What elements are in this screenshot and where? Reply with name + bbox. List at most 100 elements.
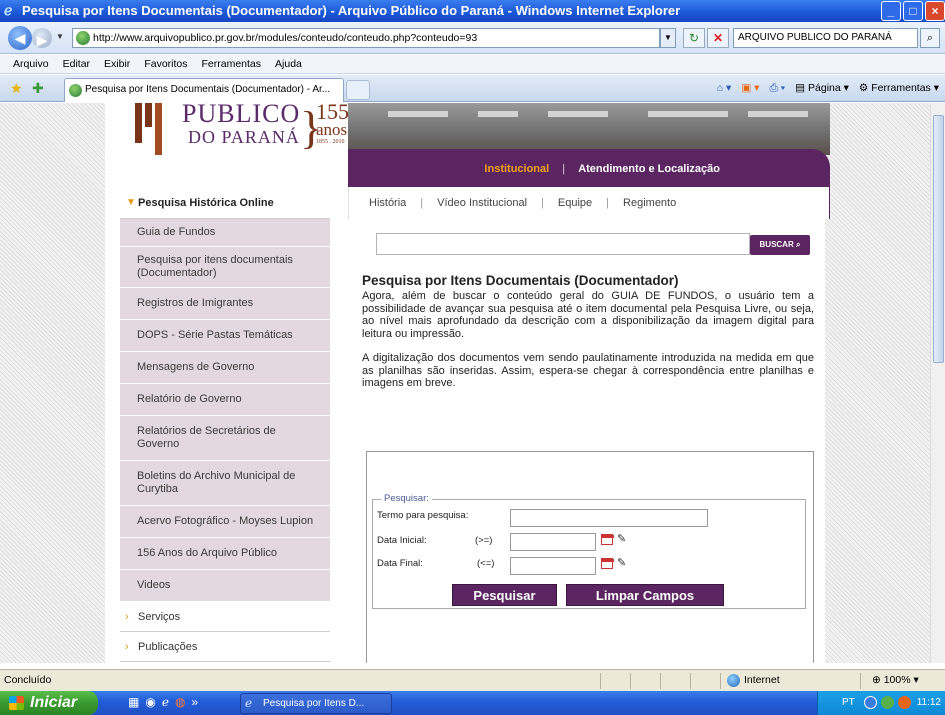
subnav-historia[interactable]: História xyxy=(369,197,406,209)
app-quicklaunch-icon[interactable]: ◍ xyxy=(175,695,185,709)
sidebar-item-guia-de-fundos[interactable]: Guia de Fundos xyxy=(120,219,330,247)
article-paragraph-2: A digitalização dos documentos vem sendo… xyxy=(362,352,814,389)
home-icon[interactable]: ⌂ ▾ xyxy=(717,80,732,96)
history-dropdown-icon[interactable]: ▼ xyxy=(56,32,64,41)
sidebar-item-relatorios-secretarios[interactable]: Relatórios de Secretários de Governo xyxy=(120,416,330,461)
limpar-campos-button[interactable]: Limpar Campos xyxy=(566,584,724,606)
buscar-button[interactable]: BUSCAR ⌕ xyxy=(750,235,810,255)
web-search-button[interactable]: ⌕ xyxy=(920,28,940,48)
taskbar: Iniciar ▦ ◉ ℯ ◍ » ℯ Pesquisa por Itens D… xyxy=(0,691,945,715)
menu-editar[interactable]: Editar xyxy=(56,55,97,73)
sidebar-item-videos[interactable]: Videos xyxy=(120,570,330,602)
ie-task-icon: ℯ xyxy=(245,696,253,710)
window-controls: _ □ × xyxy=(881,1,945,21)
sidebar-item-documentador[interactable]: Pesquisa por itens documentais (Document… xyxy=(120,247,330,288)
chevron-down-icon: ▼ xyxy=(126,197,136,208)
feeds-icon[interactable]: ▣ ▾ xyxy=(741,80,759,96)
menu-exibir[interactable]: Exibir xyxy=(97,55,137,73)
maximize-button[interactable]: □ xyxy=(903,1,923,21)
nav-atendimento[interactable]: Atendimento e Localização xyxy=(578,163,720,175)
site-search: BUSCAR ⌕ xyxy=(376,233,810,255)
status-divider xyxy=(630,673,631,689)
sidebar-item-mensagens[interactable]: Mensagens de Governo xyxy=(120,352,330,384)
back-button[interactable]: ◀ xyxy=(8,26,32,50)
term-input[interactable] xyxy=(510,509,708,527)
sidebar-item-imigrantes[interactable]: Registros de Imigrantes xyxy=(120,288,330,320)
stop-button[interactable]: ✕ xyxy=(707,28,729,48)
menu-favoritos[interactable]: Favoritos xyxy=(137,55,194,73)
new-tab-button[interactable] xyxy=(346,80,370,100)
network-icon[interactable] xyxy=(881,696,894,709)
calendar-icon[interactable] xyxy=(601,534,614,545)
subnav-separator: | xyxy=(541,197,544,209)
pesquisar-button[interactable]: Pesquisar xyxy=(452,584,557,606)
page-menu[interactable]: ▤ Página ▾ xyxy=(795,80,849,96)
sidebar: ▼ Pesquisa Histórica Online Guia de Fund… xyxy=(120,187,330,662)
security-zone[interactable]: Internet xyxy=(727,670,780,691)
sidebar-item-acervo-fotografico[interactable]: Acervo Fotográfico - Moyses Lupion xyxy=(120,506,330,538)
nav-institucional[interactable]: Institucional xyxy=(484,163,549,175)
sidebar-header[interactable]: ▼ Pesquisa Histórica Online xyxy=(120,187,330,219)
sidebar-item-boletins[interactable]: Boletins do Archivo Municipal de Curytib… xyxy=(120,461,330,506)
refresh-button[interactable]: ↻ xyxy=(683,28,705,48)
web-search-input[interactable]: ARQUIVO PUBLICO DO PARANÁ xyxy=(733,28,918,48)
favorites-star-icon[interactable]: ★ xyxy=(10,80,23,96)
sidebar-item-dops[interactable]: DOPS - Série Pastas Temáticas xyxy=(120,320,330,352)
zone-label: Internet xyxy=(744,674,780,686)
sidebar-item-156-anos[interactable]: 156 Anos do Arquivo Público xyxy=(120,538,330,570)
clear-date-icon[interactable]: ✎ xyxy=(617,557,626,569)
site-logo[interactable]: PÚBLICO DO PARANÁ } 155 anos 1855 . 2010 xyxy=(120,103,350,171)
logo-anniversary: 155 anos 1855 . 2010 xyxy=(316,103,349,145)
scrollbar-thumb[interactable] xyxy=(933,115,944,363)
subnav-equipe[interactable]: Equipe xyxy=(558,197,592,209)
language-indicator[interactable]: PT xyxy=(842,691,855,715)
media-icon[interactable]: ◉ xyxy=(145,695,155,709)
start-button[interactable]: Iniciar xyxy=(0,691,98,715)
minimize-button[interactable]: _ xyxy=(881,1,901,21)
subnav-regimento[interactable]: Regimento xyxy=(623,197,676,209)
vertical-scrollbar[interactable] xyxy=(930,103,945,663)
forward-button[interactable]: ▶ xyxy=(32,28,52,48)
quicklaunch-more-icon[interactable]: » xyxy=(191,695,198,709)
calendar-icon[interactable] xyxy=(601,558,614,569)
clear-date-icon[interactable]: ✎ xyxy=(617,533,626,545)
sidebar-item-servicos[interactable]: › Serviços xyxy=(120,602,330,632)
end-date-input[interactable] xyxy=(510,557,596,575)
ie-quicklaunch-icon[interactable]: ℯ xyxy=(162,695,169,709)
sidebar-item-publicacoes[interactable]: › Publicações xyxy=(120,632,330,662)
tab-bar: ★ ✚ Pesquisa por Itens Documentais (Docu… xyxy=(0,75,945,102)
zoom-control[interactable]: ⊕ 100% ▾ xyxy=(872,670,919,691)
internet-zone-icon xyxy=(727,674,740,687)
print-icon[interactable]: ⎙ ▾ xyxy=(769,80,785,96)
security-alert-icon[interactable] xyxy=(898,696,911,709)
add-favorite-icon[interactable]: ✚ xyxy=(32,80,44,96)
menu-ajuda[interactable]: Ajuda xyxy=(268,55,309,73)
tools-menu[interactable]: ⚙ Ferramentas ▾ xyxy=(859,80,939,96)
taskbar-item-browser[interactable]: ℯ Pesquisa por Itens D... xyxy=(240,693,392,714)
subnav-video[interactable]: Vídeo Institucional xyxy=(437,197,527,209)
close-button[interactable]: × xyxy=(925,1,945,21)
site-search-input[interactable] xyxy=(376,233,750,255)
command-bar: ⌂ ▾ ▣ ▾ ⎙ ▾ ▤ Página ▾ ⚙ Ferramentas ▾ xyxy=(717,80,939,96)
window-title-bar[interactable]: ℯ Pesquisa por Itens Documentais (Docume… xyxy=(0,0,945,22)
desktop-icon[interactable]: ▦ xyxy=(128,695,139,709)
start-date-input[interactable] xyxy=(510,533,596,551)
address-dropdown-button[interactable]: ▼ xyxy=(660,28,676,48)
status-divider xyxy=(720,673,721,689)
sidebar-item-relatorio-governo[interactable]: Relatório de Governo xyxy=(120,384,330,416)
system-tray: PT 11:12 xyxy=(817,691,945,715)
bluetooth-icon[interactable] xyxy=(864,696,877,709)
menu-bar: Arquivo Editar Exibir Favoritos Ferramen… xyxy=(0,55,945,74)
address-input[interactable]: http://www.arquivopublico.pr.gov.br/modu… xyxy=(72,28,660,48)
status-divider xyxy=(860,673,861,689)
sub-navigation: História | Vídeo Institucional | Equipe … xyxy=(348,187,830,219)
menu-arquivo[interactable]: Arquivo xyxy=(6,55,56,73)
status-divider xyxy=(690,673,691,689)
status-bar: Concluído Internet ⊕ 100% ▾ xyxy=(0,669,945,691)
menu-ferramentas[interactable]: Ferramentas xyxy=(195,55,269,73)
window-title: Pesquisa por Itens Documentais (Document… xyxy=(22,3,681,18)
search-form-panel: Pesquisar: Termo para pesquisa: Data Ini… xyxy=(366,451,814,663)
end-date-operator: (<=) xyxy=(477,558,495,569)
tab-active[interactable]: Pesquisa por Itens Documentais (Document… xyxy=(64,78,344,102)
clock: 11:12 xyxy=(916,697,941,708)
